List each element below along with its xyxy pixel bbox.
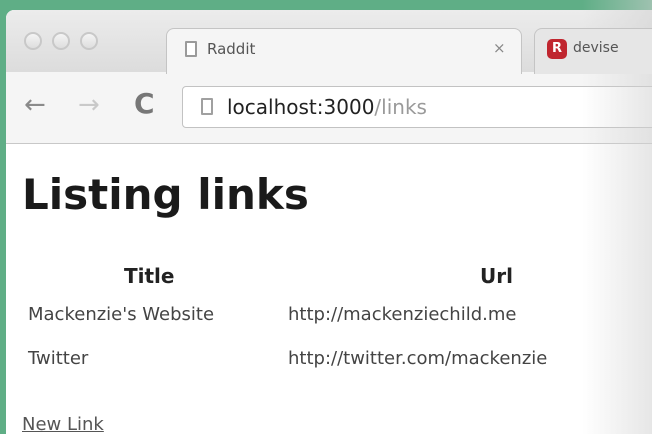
page-content: Listing links Title Url Mackenzie's Webs…: [6, 144, 652, 434]
forward-arrow-icon[interactable]: →: [78, 90, 100, 120]
page-icon: [201, 98, 213, 115]
tab-close-icon[interactable]: ×: [493, 39, 506, 57]
link-title-cell: Twitter: [28, 348, 89, 369]
address-bar[interactable]: localhost:3000/links: [182, 86, 652, 128]
browser-toolbar: ← → C localhost:3000/links: [6, 72, 652, 144]
url-host: localhost:3000: [227, 95, 375, 119]
browser-window: Raddit × R devise ← → C localhost:3000/l…: [6, 10, 652, 434]
column-header-url: Url: [480, 264, 513, 288]
url-text[interactable]: localhost:3000/links: [227, 95, 427, 119]
url-path: /links: [374, 95, 427, 119]
tab-title: Raddit: [207, 40, 256, 58]
back-arrow-icon[interactable]: ←: [24, 90, 46, 120]
reload-icon[interactable]: C: [134, 89, 155, 119]
column-header-title: Title: [124, 264, 175, 288]
tab-bar: Raddit × R devise: [6, 10, 652, 74]
tab-raddit[interactable]: Raddit ×: [166, 28, 522, 74]
link-url-cell: http://mackenziechild.me: [288, 304, 517, 325]
tab-title: devise: [573, 40, 619, 56]
document-icon: [185, 41, 197, 57]
zoom-window-button[interactable]: [80, 32, 98, 50]
r-favicon-icon: R: [547, 39, 567, 59]
tab-devise[interactable]: R devise: [534, 28, 652, 74]
page-title: Listing links: [22, 170, 309, 219]
minimize-window-button[interactable]: [52, 32, 70, 50]
link-title-cell: Mackenzie's Website: [28, 304, 215, 325]
close-window-button[interactable]: [24, 32, 42, 50]
new-link[interactable]: New Link: [22, 414, 104, 434]
link-url-cell: http://twitter.com/mackenzie: [288, 348, 548, 369]
